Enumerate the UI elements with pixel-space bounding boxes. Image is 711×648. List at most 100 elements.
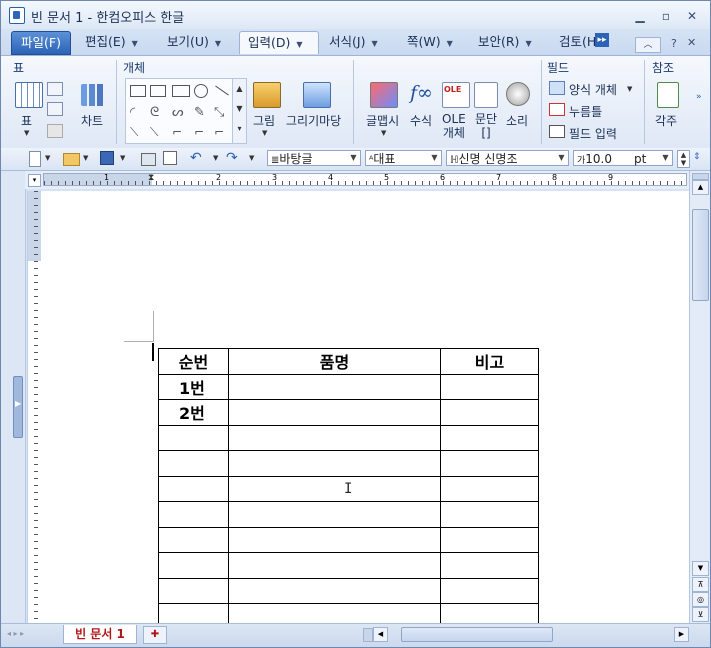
table-cell[interactable]: [440, 577, 539, 604]
table-cell[interactable]: [440, 424, 539, 451]
table-cell[interactable]: [228, 501, 441, 528]
table-cell[interactable]: [228, 526, 441, 553]
formula-icon[interactable]: f∞: [410, 82, 433, 104]
table-header-cell[interactable]: 비고: [440, 348, 539, 375]
h-scroll-thumb[interactable]: [401, 627, 553, 642]
tab-security[interactable]: 보안(R) ▼: [478, 31, 532, 53]
connector-line-icon[interactable]: ⟍: [130, 125, 138, 140]
picture-button-label[interactable]: 그림: [253, 112, 275, 129]
tab-page[interactable]: 쪽(W) ▼: [407, 31, 453, 53]
table-cell[interactable]: [158, 450, 229, 477]
arc-icon[interactable]: ◜: [130, 105, 135, 120]
next-page-icon[interactable]: ⊻: [692, 607, 709, 622]
ribbon-collapse-icon[interactable]: ︿: [635, 37, 661, 53]
table-header-cell[interactable]: 품명: [228, 348, 441, 375]
paragraph-button-label[interactable]: 문단[]: [475, 112, 497, 140]
scroll-up-icon[interactable]: ▲: [692, 180, 709, 195]
table-cell[interactable]: [440, 526, 539, 553]
table-cell[interactable]: [158, 603, 229, 623]
table-erase-icon[interactable]: [47, 102, 63, 116]
picture-icon[interactable]: [253, 82, 281, 108]
tab-view[interactable]: 보기(U) ▼: [167, 31, 221, 53]
wordart-icon[interactable]: [370, 82, 398, 108]
redo-icon[interactable]: ↷: [226, 150, 238, 166]
table-cell[interactable]: [158, 577, 229, 604]
table-cell[interactable]: [440, 475, 539, 502]
vertical-textbox-icon[interactable]: [150, 85, 166, 97]
restore-icon[interactable]: ▫: [657, 9, 675, 23]
font-select[interactable]: ℍ신명 신명조 ▼: [446, 150, 569, 166]
field-input-icon[interactable]: [549, 125, 565, 138]
table-draw-icon[interactable]: [47, 82, 63, 96]
font-size-select[interactable]: 가10.0 pt ▼: [573, 150, 673, 166]
table-cell[interactable]: [440, 552, 539, 579]
table-cell[interactable]: [228, 399, 441, 426]
hwp-app-icon[interactable]: [9, 7, 25, 24]
table-cell[interactable]: 2번: [158, 399, 229, 426]
drawing-gallery-button-label[interactable]: 그리기마당: [286, 112, 341, 129]
minimize-icon[interactable]: ▁: [631, 9, 649, 23]
footnote-button-label[interactable]: 각주: [655, 112, 677, 129]
ole-object-icon[interactable]: OLE: [442, 82, 470, 108]
connector-arrow-icon[interactable]: ⟍: [150, 125, 158, 140]
document-page[interactable]: 순번 품명 비고 1번 2번 I: [42, 191, 689, 623]
table-cell[interactable]: [228, 424, 441, 451]
table-cell[interactable]: [228, 552, 441, 579]
tab-edit[interactable]: 편집(E) ▼: [85, 31, 138, 53]
help-icon[interactable]: ?: [671, 37, 677, 50]
table-cell[interactable]: [158, 424, 229, 451]
elbow-arrow-icon[interactable]: ⌐: [194, 125, 204, 139]
horizontal-ruler[interactable]: 1 ⧗ 2 3 4 5 6 7 8 9: [43, 173, 687, 186]
chevron-down-icon[interactable]: ▼: [262, 129, 267, 137]
table-cell[interactable]: 1번: [158, 373, 229, 400]
table-cell[interactable]: [158, 526, 229, 553]
style-select[interactable]: ≣바탕글 ▼: [267, 150, 361, 166]
table-cell[interactable]: [228, 577, 441, 604]
chevron-down-icon[interactable]: ▼: [45, 154, 50, 162]
new-tab-icon[interactable]: ✚: [143, 626, 167, 644]
table-cell[interactable]: [440, 373, 539, 400]
textbox-icon[interactable]: [130, 85, 146, 97]
table-cell[interactable]: [158, 552, 229, 579]
tab-file[interactable]: 파일(F): [11, 31, 71, 55]
click-here-button-label[interactable]: 누름틀: [569, 103, 602, 120]
tab-format[interactable]: 서식(J) ▼: [329, 31, 378, 53]
tab-nav-arrows[interactable]: ◂ ▸ ▸: [7, 629, 24, 638]
chart-icon[interactable]: [81, 84, 107, 106]
table-button-label[interactable]: 표: [21, 112, 32, 129]
new-document-icon[interactable]: [29, 151, 41, 167]
chevron-down-icon[interactable]: ▼: [120, 154, 125, 162]
table-cell[interactable]: [228, 450, 441, 477]
ribbon-more-icon[interactable]: »: [696, 92, 702, 102]
toolbar-more-icon[interactable]: ⇕: [693, 152, 701, 162]
drawing-gallery-icon[interactable]: [303, 82, 331, 108]
table-cell[interactable]: [158, 501, 229, 528]
scroll-thumb[interactable]: [692, 209, 709, 301]
scroll-left-icon[interactable]: ◀: [373, 627, 388, 642]
scroll-right-icon[interactable]: ▶: [674, 627, 689, 642]
elbow-connector-icon[interactable]: ⌐: [172, 125, 182, 139]
paragraph-mark-icon[interactable]: [474, 82, 498, 108]
scroll-down-icon[interactable]: ▼: [692, 561, 709, 576]
language-select[interactable]: ᴬ대표 ▼: [365, 150, 442, 166]
close-icon[interactable]: ✕: [683, 9, 701, 23]
more-tabs-icon[interactable]: ▸▸: [595, 33, 609, 47]
ribbon-close-icon[interactable]: ✕: [687, 36, 696, 49]
formula-button-label[interactable]: 수식: [410, 112, 432, 129]
shape-gallery[interactable]: ◜ ᘓ ᔕ ✎ ⤡ ⟍ ⟍ ⌐ ⌐ ⌐ ▲ ▼ ▾: [125, 78, 247, 144]
curve-icon[interactable]: ᔕ: [172, 105, 184, 120]
connector-icon[interactable]: ⤡: [214, 105, 224, 120]
chevron-down-icon[interactable]: ▼: [249, 154, 254, 162]
table-cell[interactable]: [228, 475, 441, 502]
ruler-menu-icon[interactable]: ▾: [28, 174, 41, 187]
polygon-icon[interactable]: ᘓ: [150, 105, 159, 120]
chevron-down-icon[interactable]: ▼: [429, 152, 440, 164]
sound-icon[interactable]: [506, 82, 530, 106]
curve-connector-icon[interactable]: ⌐: [214, 125, 224, 139]
table-cell[interactable]: [440, 399, 539, 426]
save-icon[interactable]: [100, 151, 114, 165]
table-cell[interactable]: [440, 603, 539, 623]
chart-button-label[interactable]: 차트: [81, 112, 103, 129]
table-cell[interactable]: [440, 450, 539, 477]
chevron-down-icon[interactable]: ▼: [381, 129, 386, 137]
